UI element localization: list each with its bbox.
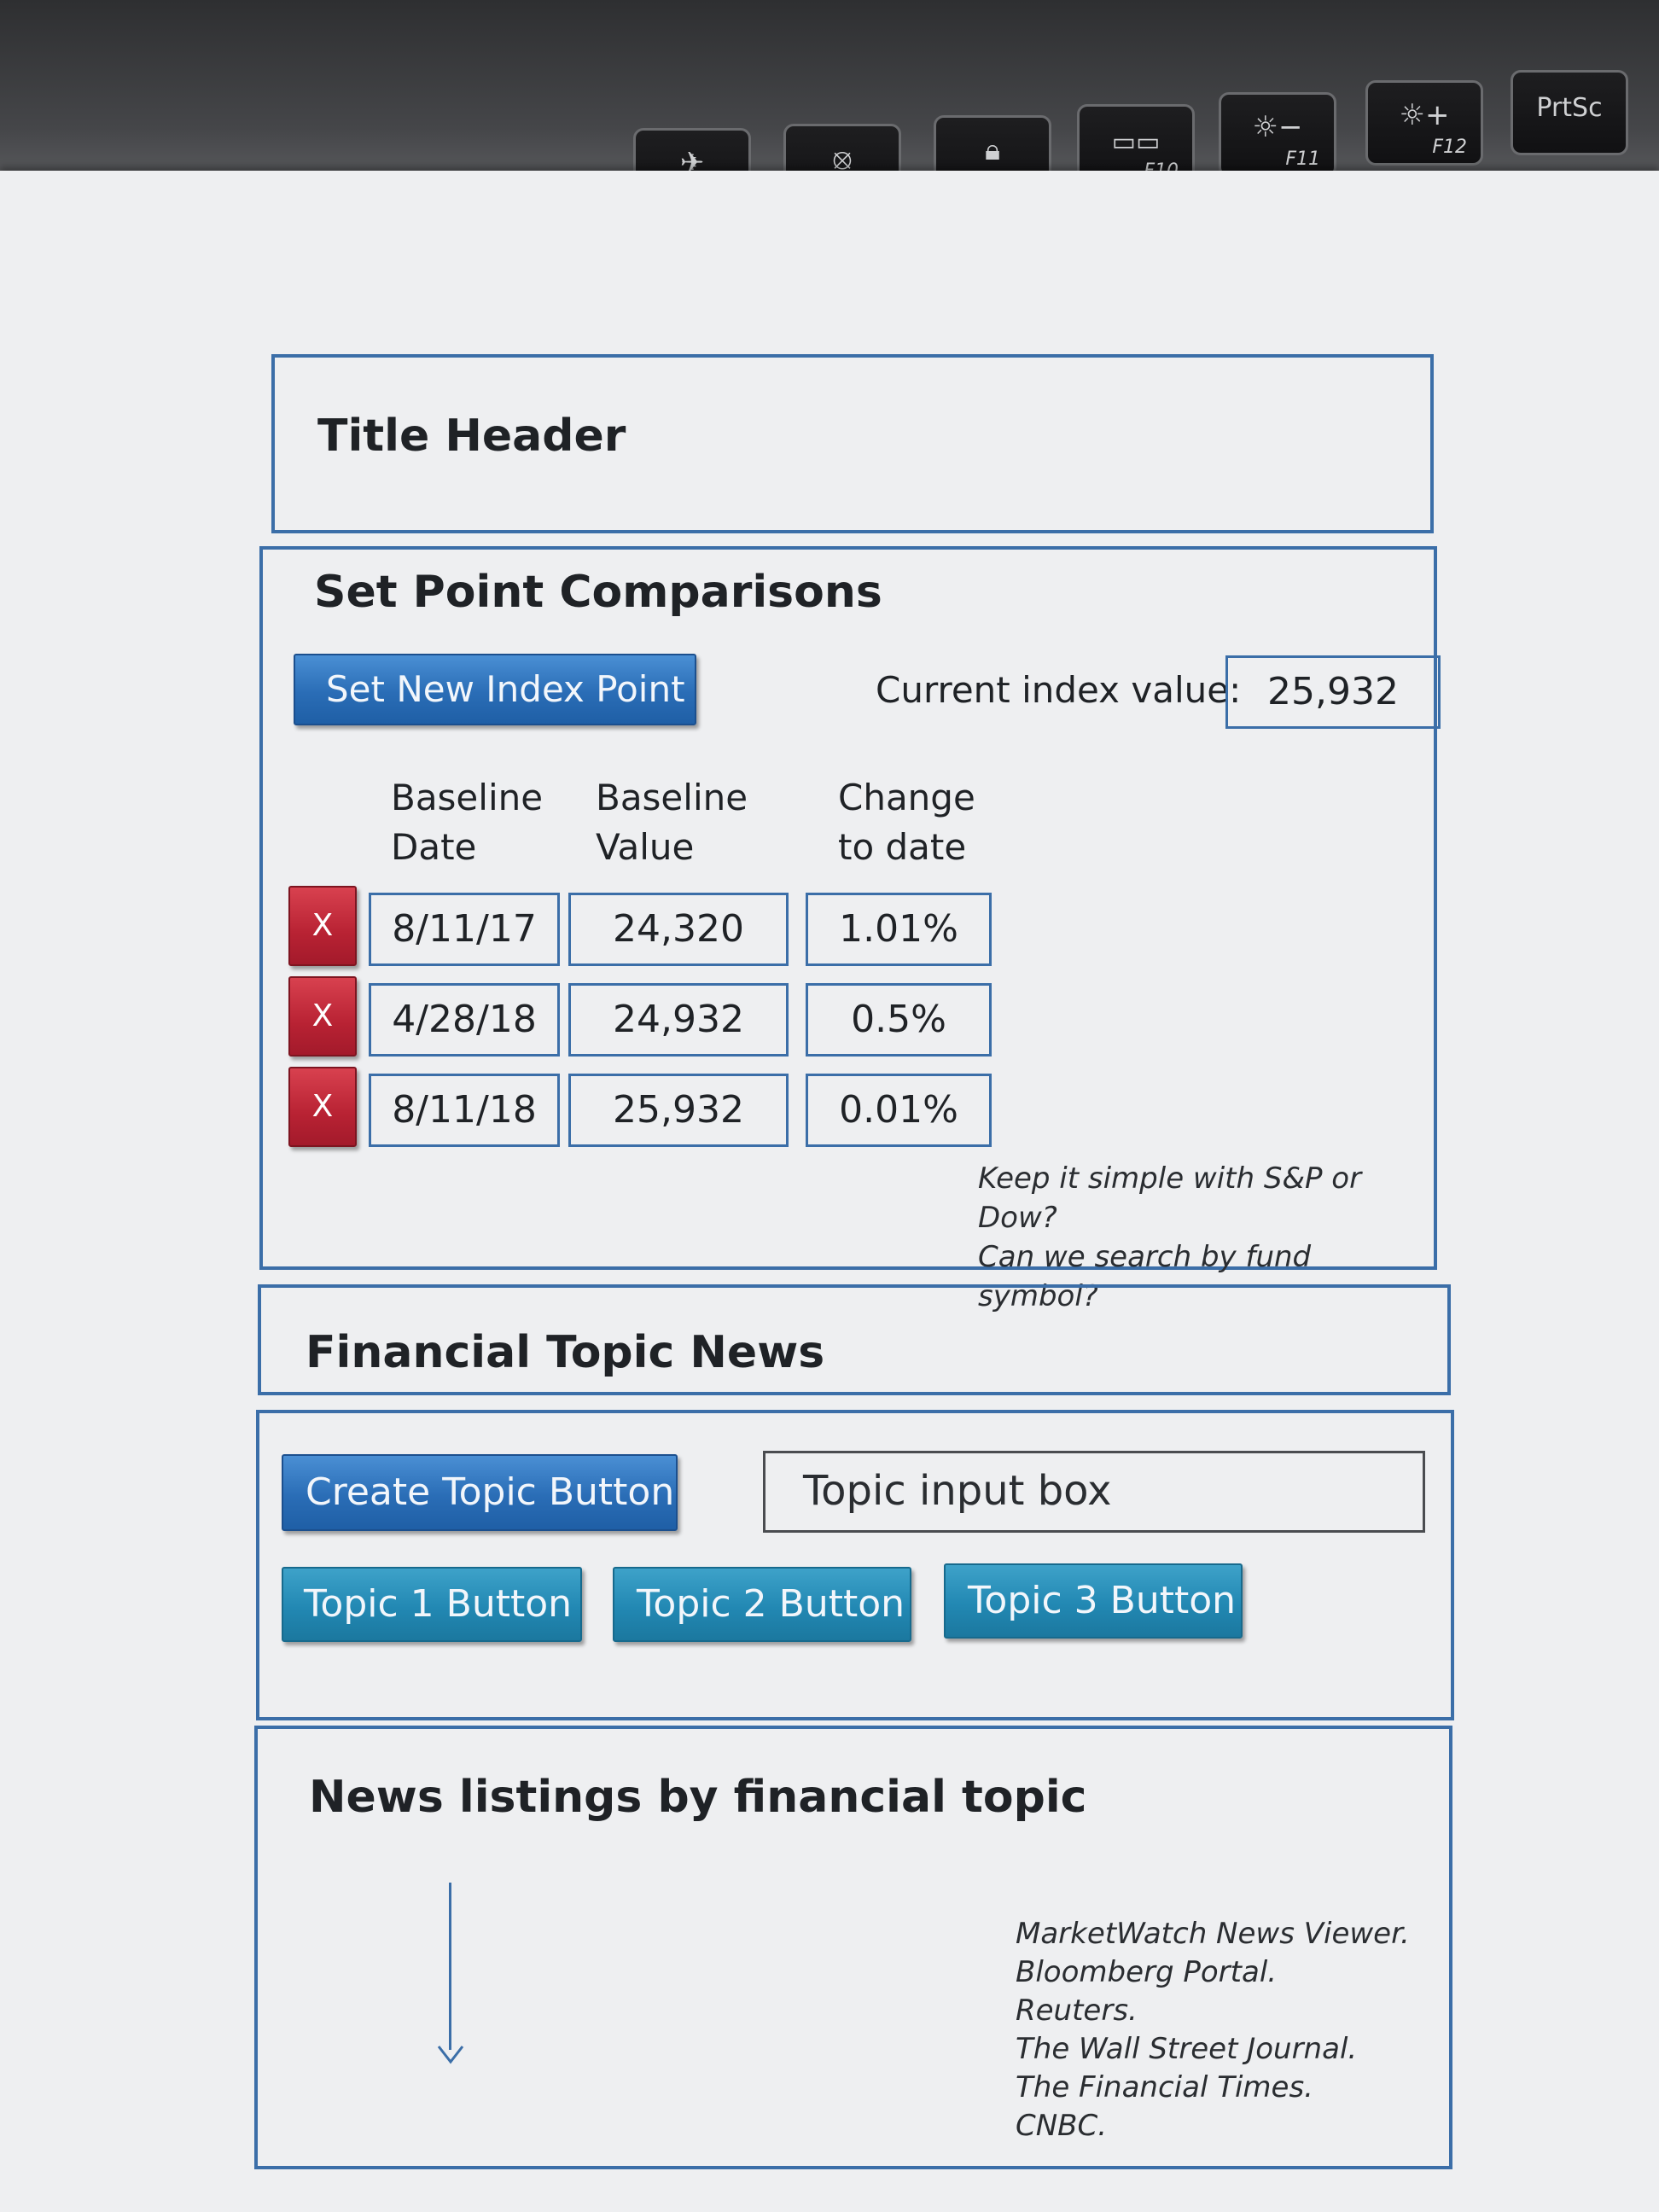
column-header-line: to date [838,826,967,868]
title-header-panel: Title Header [271,354,1434,533]
news-source-item[interactable]: The Financial Times. [1016,2069,1410,2107]
key-prtsc: PrtSc [1511,70,1628,155]
set-point-heading: Set Point Comparisons [314,567,882,618]
financial-topic-news-header-panel: Financial Topic News [258,1284,1451,1395]
column-header-line: Value [596,826,695,868]
create-topic-button[interactable]: Create Topic Button [282,1454,678,1531]
key-f12: ☼+ F12 [1365,80,1483,166]
display-switch-icon: ▭▭ [1111,127,1161,157]
topic-2-button[interactable]: Topic 2 Button [613,1567,911,1642]
page-title: Title Header [317,410,626,462]
arrow-down-icon [437,2046,464,2064]
baseline-value-field[interactable]: 25,932 [568,1074,789,1147]
change-to-date-field: 1.01% [806,893,992,966]
set-point-panel: Set Point Comparisons Set New Index Poin… [259,546,1441,1313]
key-label: F12 [1432,137,1467,158]
column-header-line: Date [391,826,477,868]
lock-icon: 🔒︎ [984,133,1001,167]
delete-row-button[interactable]: X [288,886,357,966]
set-new-index-point-button[interactable]: Set New Index Point [294,654,696,725]
topic-controls-panel: Create Topic Button Topic input box Topi… [256,1410,1454,1720]
brightness-up-icon: ☼+ [1399,98,1450,132]
column-header-line: Baseline [391,777,544,818]
key-f11: ☼− F11 [1219,92,1336,178]
delete-row-button[interactable]: X [288,1067,357,1147]
column-header-line: Change [838,777,975,818]
delete-row-button[interactable]: X [288,976,357,1057]
change-to-date-field: 0.5% [806,983,992,1057]
key-label: PrtSc [1536,93,1603,123]
baseline-date-field[interactable]: 4/28/18 [369,983,560,1057]
news-listings-heading: News listings by financial topic [309,1772,1087,1823]
column-header-change-to-date: Change to date [838,773,975,872]
topic-3-button[interactable]: Topic 3 Button [944,1563,1243,1639]
news-source-item[interactable]: MarketWatch News Viewer. [1016,1915,1410,1953]
brightness-down-icon: ☼− [1252,110,1303,144]
news-source-item[interactable]: The Wall Street Journal. [1016,2030,1410,2069]
topic-input-box[interactable]: Topic input box [763,1451,1425,1533]
news-source-item[interactable]: Reuters. [1016,1992,1410,2030]
change-to-date-field: 0.01% [806,1074,992,1147]
news-source-item[interactable]: CNBC. [1016,2107,1410,2145]
scroll-down-arrow [449,1883,451,2050]
paper-sheet: Title Header Set Point Comparisons Set N… [0,171,1659,2212]
financial-topic-news-heading: Financial Topic News [306,1327,825,1378]
baseline-date-field[interactable]: 8/11/17 [369,893,560,966]
column-header-baseline-value: Baseline Value [596,773,748,872]
column-header-line: Baseline [596,777,748,818]
note-line: Keep it simple with S&P or Dow? [978,1161,1362,1235]
keyboard-strip: ✈ F7 ⦻ F8 🔒︎ F9 ▭▭ F10 ☼− F11 ☼+ F12 Prt… [0,0,1659,213]
baseline-value-field[interactable]: 24,932 [568,983,789,1057]
baseline-date-field[interactable]: 8/11/18 [369,1074,560,1147]
news-sources-list: MarketWatch News Viewer. Bloomberg Porta… [1016,1915,1410,2145]
column-header-baseline-date: Baseline Date [391,773,543,872]
news-source-item[interactable]: Bloomberg Portal. [1016,1953,1410,1992]
topic-1-button[interactable]: Topic 1 Button [282,1567,582,1642]
current-index-label: Current index value: [876,669,1242,711]
baseline-value-field[interactable]: 24,320 [568,893,789,966]
key-label: F11 [1285,148,1320,170]
news-listings-panel: News listings by financial topic MarketW… [254,1726,1452,2169]
current-index-value[interactable]: 25,932 [1225,655,1441,729]
